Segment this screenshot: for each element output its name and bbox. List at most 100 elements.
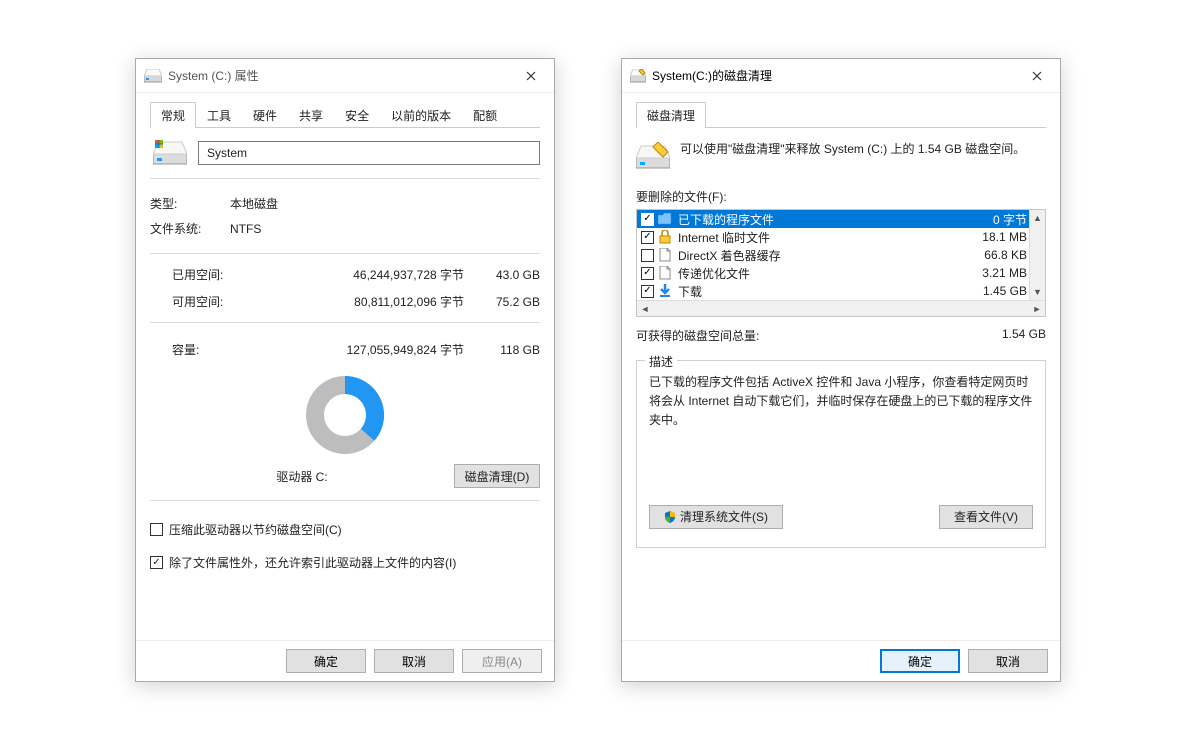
shield-icon (664, 511, 676, 523)
ok-button[interactable]: 确定 (286, 649, 366, 673)
type-label: 类型: (150, 195, 230, 212)
list-item[interactable]: DirectX 着色器缓存66.8 KB (637, 246, 1045, 264)
free-bytes: 80,811,012,096 字节 (252, 293, 470, 310)
tab-sharing[interactable]: 共享 (288, 102, 334, 128)
compress-label: 压缩此驱动器以节约磁盘空间(C) (169, 521, 342, 538)
capacity-label: 容量: (150, 341, 252, 358)
capacity-row: 容量: 127,055,949,824 字节 118 GB (150, 341, 540, 358)
compress-checkbox[interactable] (150, 523, 163, 536)
index-checkbox[interactable] (150, 556, 163, 569)
type-value: 本地磁盘 (230, 195, 278, 212)
list-item-name: 下载 (676, 283, 957, 300)
horizontal-scrollbar[interactable]: ◄ ► (637, 300, 1045, 316)
properties-titlebar: System (C:) 属性 (136, 59, 554, 93)
view-files-button[interactable]: 查看文件(V) (939, 505, 1033, 529)
scroll-left-icon[interactable]: ◄ (637, 301, 653, 317)
view-files-label: 查看文件(V) (954, 508, 1018, 525)
compress-checkbox-row[interactable]: 压缩此驱动器以节约磁盘空间(C) (150, 521, 540, 538)
cleanup-tabstrip: 磁盘清理 (636, 101, 1046, 128)
fs-value: NTFS (230, 222, 261, 236)
total-label: 可获得的磁盘空间总量: (636, 327, 966, 344)
list-item-checkbox[interactable] (641, 231, 654, 244)
scroll-up-icon[interactable]: ▲ (1030, 210, 1045, 226)
apply-button[interactable]: 应用(A) (462, 649, 542, 673)
index-label: 除了文件属性外，还允许索引此驱动器上文件的内容(I) (169, 554, 456, 571)
close-icon (1032, 71, 1042, 81)
list-item[interactable]: 已下载的程序文件0 字节 (637, 210, 1045, 228)
drive-name-value: System (207, 146, 247, 160)
properties-body: 常规 工具 硬件 共享 安全 以前的版本 配额 (136, 93, 554, 640)
list-item-icon (658, 284, 672, 298)
tab-hardware[interactable]: 硬件 (242, 102, 288, 128)
vertical-scrollbar[interactable]: ▲ ▼ (1029, 210, 1045, 300)
properties-tabstrip: 常规 工具 硬件 共享 安全 以前的版本 配额 (150, 101, 540, 128)
close-icon (526, 71, 536, 81)
index-checkbox-row[interactable]: 除了文件属性外，还允许索引此驱动器上文件的内容(I) (150, 554, 540, 571)
list-item-checkbox[interactable] (641, 285, 654, 298)
drive-properties-dialog: System (C:) 属性 常规 工具 硬件 共享 安全 以前的版本 配额 (135, 58, 555, 682)
cleanup-intro-icon (636, 142, 670, 170)
cleanup-intro-row: 可以使用"磁盘清理"来释放 System (C:) 上的 1.54 GB 磁盘空… (636, 140, 1046, 170)
capacity-bytes: 127,055,949,824 字节 (252, 341, 470, 358)
list-item-checkbox[interactable] (641, 267, 654, 280)
cleanup-footer: 确定 取消 (622, 640, 1060, 681)
usage-donut-chart (150, 374, 540, 456)
usage-grid: 已用空间: 46,244,937,728 字节 43.0 GB 可用空间: 80… (150, 266, 540, 310)
list-item-name: 传递优化文件 (676, 265, 957, 282)
description-title: 描述 (645, 353, 677, 370)
tab-previous[interactable]: 以前的版本 (380, 102, 462, 128)
cleanup-title-icon (630, 69, 646, 83)
list-item-icon (658, 266, 672, 280)
tab-tools[interactable]: 工具 (196, 102, 242, 128)
tab-general[interactable]: 常规 (150, 102, 196, 128)
disk-cleanup-button[interactable]: 磁盘清理(D) (454, 464, 540, 488)
cancel-button[interactable]: 取消 (374, 649, 454, 673)
list-item-icon (658, 230, 672, 244)
cleanup-intro-text: 可以使用"磁盘清理"来释放 System (C:) 上的 1.54 GB 磁盘空… (680, 140, 1046, 170)
cleanup-title: System(C:)的磁盘清理 (652, 67, 772, 84)
disk-cleanup-dialog: System(C:)的磁盘清理 磁盘清理 可以使用"磁盘清理"来释放 Syste… (621, 58, 1061, 682)
clean-system-files-label: 清理系统文件(S) (680, 508, 768, 525)
list-item[interactable]: 下载1.45 GB (637, 282, 1045, 300)
free-label: 可用空间: (172, 293, 252, 310)
list-item-name: 已下载的程序文件 (676, 211, 957, 228)
tab-disk-cleanup[interactable]: 磁盘清理 (636, 102, 706, 128)
capacity-gb: 118 GB (470, 343, 540, 357)
drive-icon (150, 140, 190, 166)
list-item-name: DirectX 着色器缓存 (676, 247, 957, 264)
drive-letter-label: 驱动器 C: (150, 468, 454, 485)
disk-cleanup-label: 磁盘清理(D) (465, 468, 530, 485)
description-groupbox: 描述 已下载的程序文件包括 ActiveX 控件和 Java 小程序，你查看特定… (636, 360, 1046, 548)
total-value: 1.54 GB (966, 327, 1046, 344)
cleanup-titlebar: System(C:)的磁盘清理 (622, 59, 1060, 93)
tab-security[interactable]: 安全 (334, 102, 380, 128)
used-bytes: 46,244,937,728 字节 (252, 266, 470, 283)
cleanup-ok-button[interactable]: 确定 (880, 649, 960, 673)
close-button[interactable] (516, 64, 546, 88)
list-item[interactable]: Internet 临时文件18.1 MB (637, 228, 1045, 246)
list-item-icon (658, 212, 672, 226)
fs-label: 文件系统: (150, 220, 230, 237)
list-item-icon (658, 248, 672, 262)
description-text: 已下载的程序文件包括 ActiveX 控件和 Java 小程序，你查看特定网页时… (649, 373, 1033, 431)
cleanup-body: 磁盘清理 可以使用"磁盘清理"来释放 System (C:) 上的 1.54 G… (622, 93, 1060, 640)
files-to-delete-label: 要删除的文件(F): (636, 188, 1046, 205)
used-gb: 43.0 GB (470, 268, 540, 282)
free-gb: 75.2 GB (470, 295, 540, 309)
tab-quota[interactable]: 配额 (462, 102, 508, 128)
used-label: 已用空间: (172, 266, 252, 283)
drive-name-input[interactable]: System (198, 141, 540, 165)
cleanup-close-button[interactable] (1022, 64, 1052, 88)
type-row: 类型: 本地磁盘 (150, 195, 540, 212)
files-listbox[interactable]: 已下载的程序文件0 字节Internet 临时文件18.1 MBDirectX … (636, 209, 1046, 317)
list-item-checkbox[interactable] (641, 249, 654, 262)
filesystem-row: 文件系统: NTFS (150, 220, 540, 237)
properties-footer: 确定 取消 应用(A) (136, 640, 554, 681)
list-item[interactable]: 传递优化文件3.21 MB (637, 264, 1045, 282)
cleanup-cancel-button[interactable]: 取消 (968, 649, 1048, 673)
scroll-down-icon[interactable]: ▼ (1030, 284, 1045, 300)
list-item-checkbox[interactable] (641, 213, 654, 226)
clean-system-files-button[interactable]: 清理系统文件(S) (649, 505, 783, 529)
scroll-right-icon[interactable]: ► (1029, 301, 1045, 317)
total-row: 可获得的磁盘空间总量: 1.54 GB (636, 327, 1046, 344)
